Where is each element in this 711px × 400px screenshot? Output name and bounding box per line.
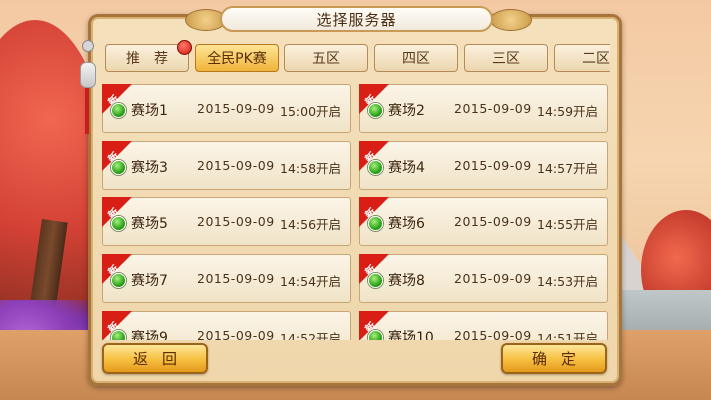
server-open-time: 14:55开启 [537,217,599,232]
online-status-icon [368,160,383,175]
jade-pendant [80,62,96,88]
server-date: 2015-09-09 [197,328,275,340]
server-open-time: 14:54开启 [280,274,342,289]
online-status-icon [368,216,383,231]
panel-title-text: 选择服务器 [316,10,397,29]
confirm-button[interactable]: 确定 [501,343,607,374]
server-date: 2015-09-09 [454,328,532,340]
online-status-icon [111,160,126,175]
tab-pk-match[interactable]: 全民PK赛 [195,44,279,72]
online-status-icon [111,273,126,288]
online-status-icon [368,103,383,118]
server-open-time: 14:52开启 [280,331,342,340]
server-card[interactable]: 新 赛场1 2015-09-09 15:00开启 [102,84,351,133]
server-open-time: 14:57开启 [537,161,599,176]
server-name: 赛场6 [388,216,425,232]
online-status-icon [368,273,383,288]
server-name: 赛场3 [131,160,168,176]
server-name: 赛场5 [131,216,168,232]
server-open-time: 14:59开启 [537,104,599,119]
tab-zone-3[interactable]: 三区 [464,44,548,72]
server-name: 赛场8 [388,273,425,289]
server-name: 赛场7 [131,273,168,289]
tab-label: 二区 [582,51,610,67]
server-list[interactable]: 新 赛场1 2015-09-09 15:00开启 新 赛场2 2015-09-0… [102,84,608,340]
server-card[interactable]: 新 赛场3 2015-09-09 14:58开启 [102,141,351,190]
server-name: 赛场9 [131,330,168,340]
tassel-tail [85,88,89,134]
back-button[interactable]: 返回 [102,343,208,374]
tab-zone-2[interactable]: 二区 [554,44,610,72]
tab-label: 全民PK赛 [207,51,267,67]
tab-label: 推 荐 [126,51,168,67]
server-card[interactable]: 新 赛场2 2015-09-09 14:59开启 [359,84,608,133]
server-open-time: 15:00开启 [280,104,342,119]
server-name: 赛场2 [388,103,425,119]
tassel-knot [82,40,94,52]
tab-zone-4[interactable]: 四区 [374,44,458,72]
server-name: 赛场1 [131,103,168,119]
server-card[interactable]: 新 赛场9 2015-09-09 14:52开启 [102,311,351,340]
server-open-time: 14:58开启 [280,161,342,176]
online-status-icon [111,103,126,118]
server-date: 2015-09-09 [454,101,532,116]
server-card[interactable]: 新 赛场6 2015-09-09 14:55开启 [359,197,608,246]
tab-zone-5[interactable]: 五区 [284,44,368,72]
server-date: 2015-09-09 [197,158,275,173]
server-card[interactable]: 新 赛场10 2015-09-09 14:51开启 [359,311,608,340]
server-card[interactable]: 新 赛场5 2015-09-09 14:56开启 [102,197,351,246]
panel-title: 选择服务器 [220,6,493,32]
server-date: 2015-09-09 [454,214,532,229]
server-date: 2015-09-09 [197,271,275,286]
online-status-icon [368,330,383,340]
server-date: 2015-09-09 [454,271,532,286]
server-open-time: 14:53开启 [537,274,599,289]
online-status-icon [111,216,126,231]
server-name: 赛场4 [388,160,425,176]
tab-label: 五区 [312,51,340,67]
server-card[interactable]: 新 赛场4 2015-09-09 14:57开启 [359,141,608,190]
server-card[interactable]: 新 赛场8 2015-09-09 14:53开启 [359,254,608,303]
back-button-label: 返回 [132,350,191,368]
server-open-time: 14:56开启 [280,217,342,232]
tab-label: 三区 [492,51,520,67]
title-ornament-right [490,9,532,31]
server-card[interactable]: 新 赛场7 2015-09-09 14:54开启 [102,254,351,303]
jade-tassel-decoration [80,40,96,135]
server-date: 2015-09-09 [197,101,275,116]
server-open-time: 14:51开启 [537,331,599,340]
server-name: 赛场10 [388,330,434,340]
confirm-button-label: 确定 [531,350,590,368]
tab-label: 四区 [402,51,430,67]
server-date: 2015-09-09 [197,214,275,229]
notification-dot [177,40,192,55]
online-status-icon [111,330,126,340]
server-date: 2015-09-09 [454,158,532,173]
